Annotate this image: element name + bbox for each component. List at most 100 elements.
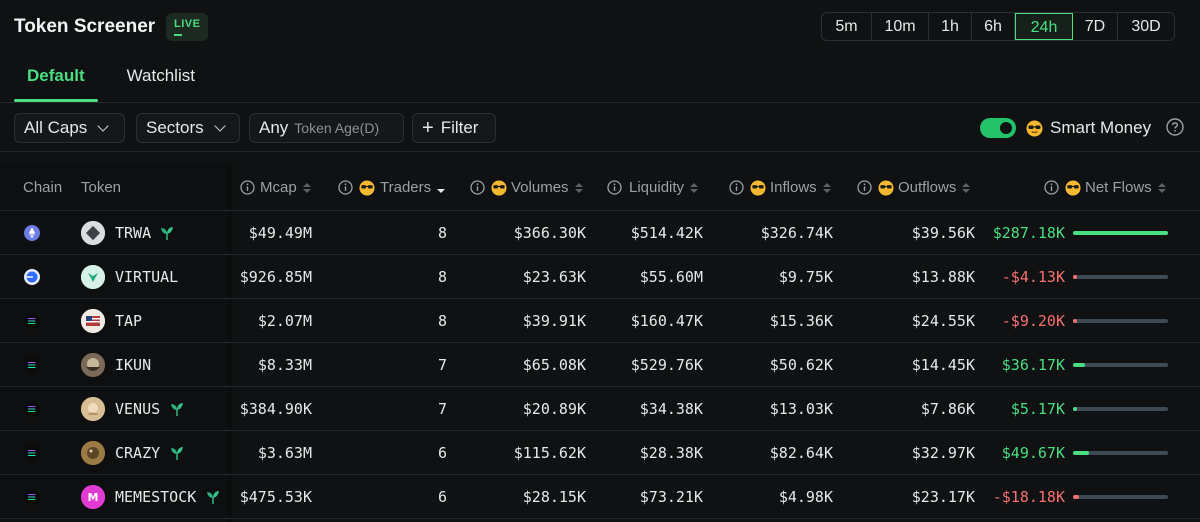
- column-header-mcap[interactable]: Mcap: [240, 179, 311, 196]
- column-header-chain: Chain: [23, 179, 62, 196]
- token-avatar: [81, 353, 105, 377]
- mcap-cell: $475.53K: [239, 488, 312, 506]
- liquidity-cell: $34.38K: [639, 400, 703, 418]
- timeframe-1h[interactable]: 1h: [929, 13, 972, 40]
- filter-button-label: Filter: [440, 118, 479, 137]
- live-badge-label: LIVE: [174, 18, 201, 30]
- timeframe-24h[interactable]: 24h: [1015, 13, 1073, 40]
- mcap-cell: $384.90K: [239, 400, 312, 418]
- token-name[interactable]: VIRTUAL: [115, 255, 178, 299]
- column-label: Liquidity: [629, 179, 685, 196]
- inflows-cell: $13.03K: [769, 400, 833, 418]
- mcap-cell: $3.63M: [257, 444, 312, 462]
- token-avatar: [81, 221, 105, 245]
- info-icon[interactable]: [240, 180, 255, 195]
- header-divider: [0, 102, 1200, 103]
- net-flow-bar: [1073, 495, 1168, 499]
- volumes-cell: $366.30K: [513, 224, 586, 242]
- sort-icon[interactable]: [962, 182, 971, 193]
- net-flow-bar-fill: [1073, 275, 1077, 279]
- solana-chain-icon: [24, 489, 40, 505]
- token-age-placeholder: Token Age(D): [294, 120, 380, 136]
- chevron-down-icon: [97, 120, 109, 132]
- column-header-outflows[interactable]: Outflows: [857, 179, 971, 196]
- sprout-icon: [205, 489, 221, 510]
- column-label: Inflows: [770, 179, 817, 196]
- token-name[interactable]: IKUN: [115, 343, 151, 387]
- solana-chain-icon: [24, 313, 40, 329]
- mcap-cell: $926.85M: [239, 268, 312, 286]
- column-header-inflows[interactable]: Inflows: [729, 179, 831, 196]
- inflows-cell: $9.75K: [778, 268, 833, 286]
- smart-money-toggle[interactable]: [980, 118, 1016, 138]
- timeframe-10m[interactable]: 10m: [872, 13, 929, 40]
- column-header-traders[interactable]: Traders: [338, 179, 446, 196]
- sort-icon[interactable]: [690, 182, 699, 193]
- table-row[interactable]: VENUS $384.90K 7 $20.89K $34.38K $13.03K $7.86…: [0, 387, 1200, 431]
- info-icon[interactable]: [607, 180, 622, 195]
- table-row[interactable]: TRWA $49.49M 8 $366.30K $514.42K $326.74K $39.…: [0, 211, 1200, 255]
- table-row[interactable]: IKUN $8.33M 7 $65.08K $529.76K $50.62K $14.45K…: [0, 343, 1200, 387]
- traders-cell: 7: [437, 356, 447, 374]
- table-row[interactable]: VIRTUAL $926.85M 8 $23.63K $55.60M $9.75K $13.…: [0, 255, 1200, 299]
- traders-cell: 8: [437, 224, 447, 242]
- outflows-cell: $7.86K: [920, 400, 975, 418]
- token-age-any: Any: [259, 118, 289, 137]
- timeframe-7d[interactable]: 7D: [1073, 13, 1118, 40]
- live-badge: LIVE: [166, 13, 209, 41]
- sort-icon[interactable]: [1157, 182, 1166, 193]
- help-icon[interactable]: [1166, 118, 1184, 141]
- timeframe-6h[interactable]: 6h: [972, 13, 1015, 40]
- caps-dropdown[interactable]: All Caps: [14, 113, 125, 143]
- token-name[interactable]: TRWA: [115, 211, 151, 255]
- info-icon[interactable]: [470, 180, 485, 195]
- traders-cell: 8: [437, 312, 447, 330]
- ethereum-chain-icon: [24, 225, 40, 241]
- svg-text:M: M: [88, 491, 99, 504]
- outflows-cell: $39.56K: [911, 224, 975, 242]
- sort-icon[interactable]: [822, 182, 831, 193]
- solana-chain-icon: [24, 357, 40, 373]
- net-flow-bar: [1073, 363, 1168, 367]
- token-name[interactable]: TAP: [115, 299, 142, 343]
- sectors-dropdown[interactable]: Sectors: [136, 113, 240, 143]
- column-header-volumes[interactable]: Volumes: [470, 179, 583, 196]
- net-flows-cell: $5.17K: [1010, 400, 1065, 418]
- sort-icon[interactable]: [574, 182, 583, 193]
- net-flow-bar-fill: [1073, 451, 1089, 455]
- net-flow-bar-fill: [1073, 319, 1077, 323]
- token-avatar: M: [81, 485, 105, 509]
- token-name[interactable]: MEMESTOCK: [115, 475, 196, 519]
- token-name[interactable]: CRAZY: [115, 431, 160, 475]
- page-title: Token Screener: [14, 16, 156, 37]
- net-flows-cell: $49.67K: [1001, 444, 1065, 462]
- sort-icon[interactable]: [437, 183, 446, 193]
- column-label: Outflows: [898, 179, 957, 196]
- column-header-net-flows[interactable]: Net Flows: [1044, 179, 1166, 196]
- net-flow-bar-fill: [1073, 407, 1077, 411]
- table-row[interactable]: CRAZY $3.63M 6 $115.62K $28.38K $82.64K $32.97…: [0, 431, 1200, 475]
- info-icon[interactable]: [857, 180, 872, 195]
- smart-money-label: Smart Money: [1050, 118, 1152, 137]
- column-header-liquidity[interactable]: Liquidity: [607, 179, 699, 196]
- sunglasses-icon: [359, 179, 375, 196]
- header: Token Screener LIVE 5m 10m 1h 6h 24h 7D …: [0, 0, 1200, 102]
- info-icon[interactable]: [729, 180, 744, 195]
- solana-chain-icon: [24, 401, 40, 417]
- sort-icon[interactable]: [302, 182, 311, 193]
- mcap-cell: $49.49M: [248, 224, 312, 242]
- info-icon[interactable]: [1044, 180, 1059, 195]
- tab-default[interactable]: Default: [14, 66, 98, 102]
- filter-divider: [0, 151, 1200, 152]
- info-icon[interactable]: [338, 180, 353, 195]
- timeframe-5m[interactable]: 5m: [822, 13, 872, 40]
- table-row[interactable]: TAP $2.07M 8 $39.91K $160.47K $15.36K $24.55K -…: [0, 299, 1200, 343]
- tab-watchlist[interactable]: Watchlist: [127, 66, 208, 102]
- token-avatar: [81, 441, 105, 465]
- timeframe-30d[interactable]: 30D: [1118, 13, 1174, 40]
- filter-button[interactable]: + Filter: [412, 113, 496, 143]
- token-age-input[interactable]: Any Token Age(D): [249, 113, 404, 143]
- token-name[interactable]: VENUS: [115, 387, 160, 431]
- column-label: Volumes: [511, 179, 569, 196]
- table-row[interactable]: M MEMESTOCK $475.53K 6 $28.15K $73.21K $4.98K $…: [0, 475, 1200, 519]
